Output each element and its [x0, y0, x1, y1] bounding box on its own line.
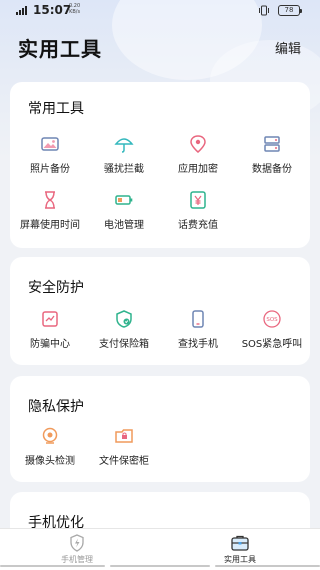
nav-label: 实用工具	[224, 555, 256, 564]
umbrella-icon	[114, 138, 134, 153]
tool-label: 摄像头检测	[25, 456, 75, 467]
status-bar: 15:07 0.20 KB/s 78	[0, 0, 320, 22]
toolbox-icon	[231, 535, 249, 551]
payment-shield-icon	[116, 310, 132, 328]
svg-text:SOS: SOS	[266, 317, 278, 323]
section-title: 安全防护	[28, 280, 84, 296]
tool-anti-fraud[interactable]: 防骗中心	[10, 309, 90, 350]
tool-label: 照片备份	[30, 164, 70, 175]
nav-phone-manage[interactable]: 手机管理	[27, 534, 127, 565]
network-speed: 0.20 KB/s	[69, 3, 80, 15]
security-card: 安全防护 防骗中心 支付保险箱 查找手机 SOS SOS紧急呼叫	[10, 257, 310, 365]
nav-tools[interactable]: 实用工具	[190, 534, 290, 565]
battery-indicator: 78	[278, 5, 302, 16]
sos-icon: SOS	[263, 310, 281, 328]
battery-icon	[115, 195, 133, 205]
tool-payment-safe[interactable]: 支付保险箱	[84, 309, 164, 350]
tool-battery-manage[interactable]: 电池管理	[84, 190, 164, 231]
tool-label: 查找手机	[178, 339, 218, 350]
tool-label: 电池管理	[104, 220, 144, 231]
status-time: 15:07	[33, 3, 72, 17]
camera-icon	[42, 427, 58, 444]
tool-data-backup[interactable]: 数据备份	[232, 134, 312, 175]
tool-file-safe[interactable]: 文件保密柜	[84, 426, 164, 467]
file-safe-icon	[115, 429, 133, 443]
yen-icon	[190, 191, 206, 209]
server-icon	[264, 136, 280, 152]
tool-recharge[interactable]: 话费充值	[158, 190, 238, 231]
vibrate-icon	[259, 5, 269, 16]
tool-harassment-block[interactable]: 骚扰拦截	[84, 134, 164, 175]
tool-label: 防骗中心	[30, 339, 70, 350]
hourglass-icon	[45, 191, 55, 209]
tool-camera-detect[interactable]: 摄像头检测	[10, 426, 90, 467]
page-title: 实用工具	[18, 37, 102, 61]
photo-icon	[41, 137, 59, 151]
tool-find-phone[interactable]: 查找手机	[158, 309, 238, 350]
tool-screen-time[interactable]: 屏幕使用时间	[10, 190, 90, 231]
tool-label: 骚扰拦截	[104, 164, 144, 175]
edit-button[interactable]: 编辑	[275, 38, 301, 57]
privacy-card: 隐私保护 摄像头检测 文件保密柜	[10, 376, 310, 482]
home-indicator-right	[215, 565, 320, 567]
lock-pin-icon	[190, 135, 206, 153]
tool-label: 屏幕使用时间	[20, 220, 80, 231]
tool-app-lock[interactable]: 应用加密	[158, 134, 238, 175]
tool-sos-call[interactable]: SOS SOS紧急呼叫	[232, 309, 312, 350]
section-title: 隐私保护	[28, 399, 84, 415]
nav-label: 手机管理	[61, 555, 93, 564]
shield-bolt-icon	[70, 534, 84, 552]
section-title: 常用工具	[28, 101, 84, 117]
tool-label: 文件保密柜	[99, 456, 149, 467]
tool-label: 数据备份	[252, 164, 292, 175]
tool-label: 应用加密	[178, 164, 218, 175]
common-tools-card: 常用工具 照片备份 骚扰拦截 应用加密 数据备份 屏幕使用时间 电池管理 话费充…	[10, 82, 310, 248]
signal-icon	[16, 6, 27, 15]
tool-label: 话费充值	[178, 220, 218, 231]
phone-icon	[192, 310, 204, 328]
home-indicator-left	[0, 565, 105, 567]
tool-photo-backup[interactable]: 照片备份	[10, 134, 90, 175]
home-indicator-center	[110, 565, 210, 567]
bottom-nav: 手机管理 实用工具	[0, 528, 320, 570]
network-speed-unit: KB/s	[69, 9, 81, 15]
anti-fraud-icon	[42, 311, 58, 327]
tool-label: 支付保险箱	[99, 339, 149, 350]
tool-label: SOS紧急呼叫	[241, 339, 303, 350]
